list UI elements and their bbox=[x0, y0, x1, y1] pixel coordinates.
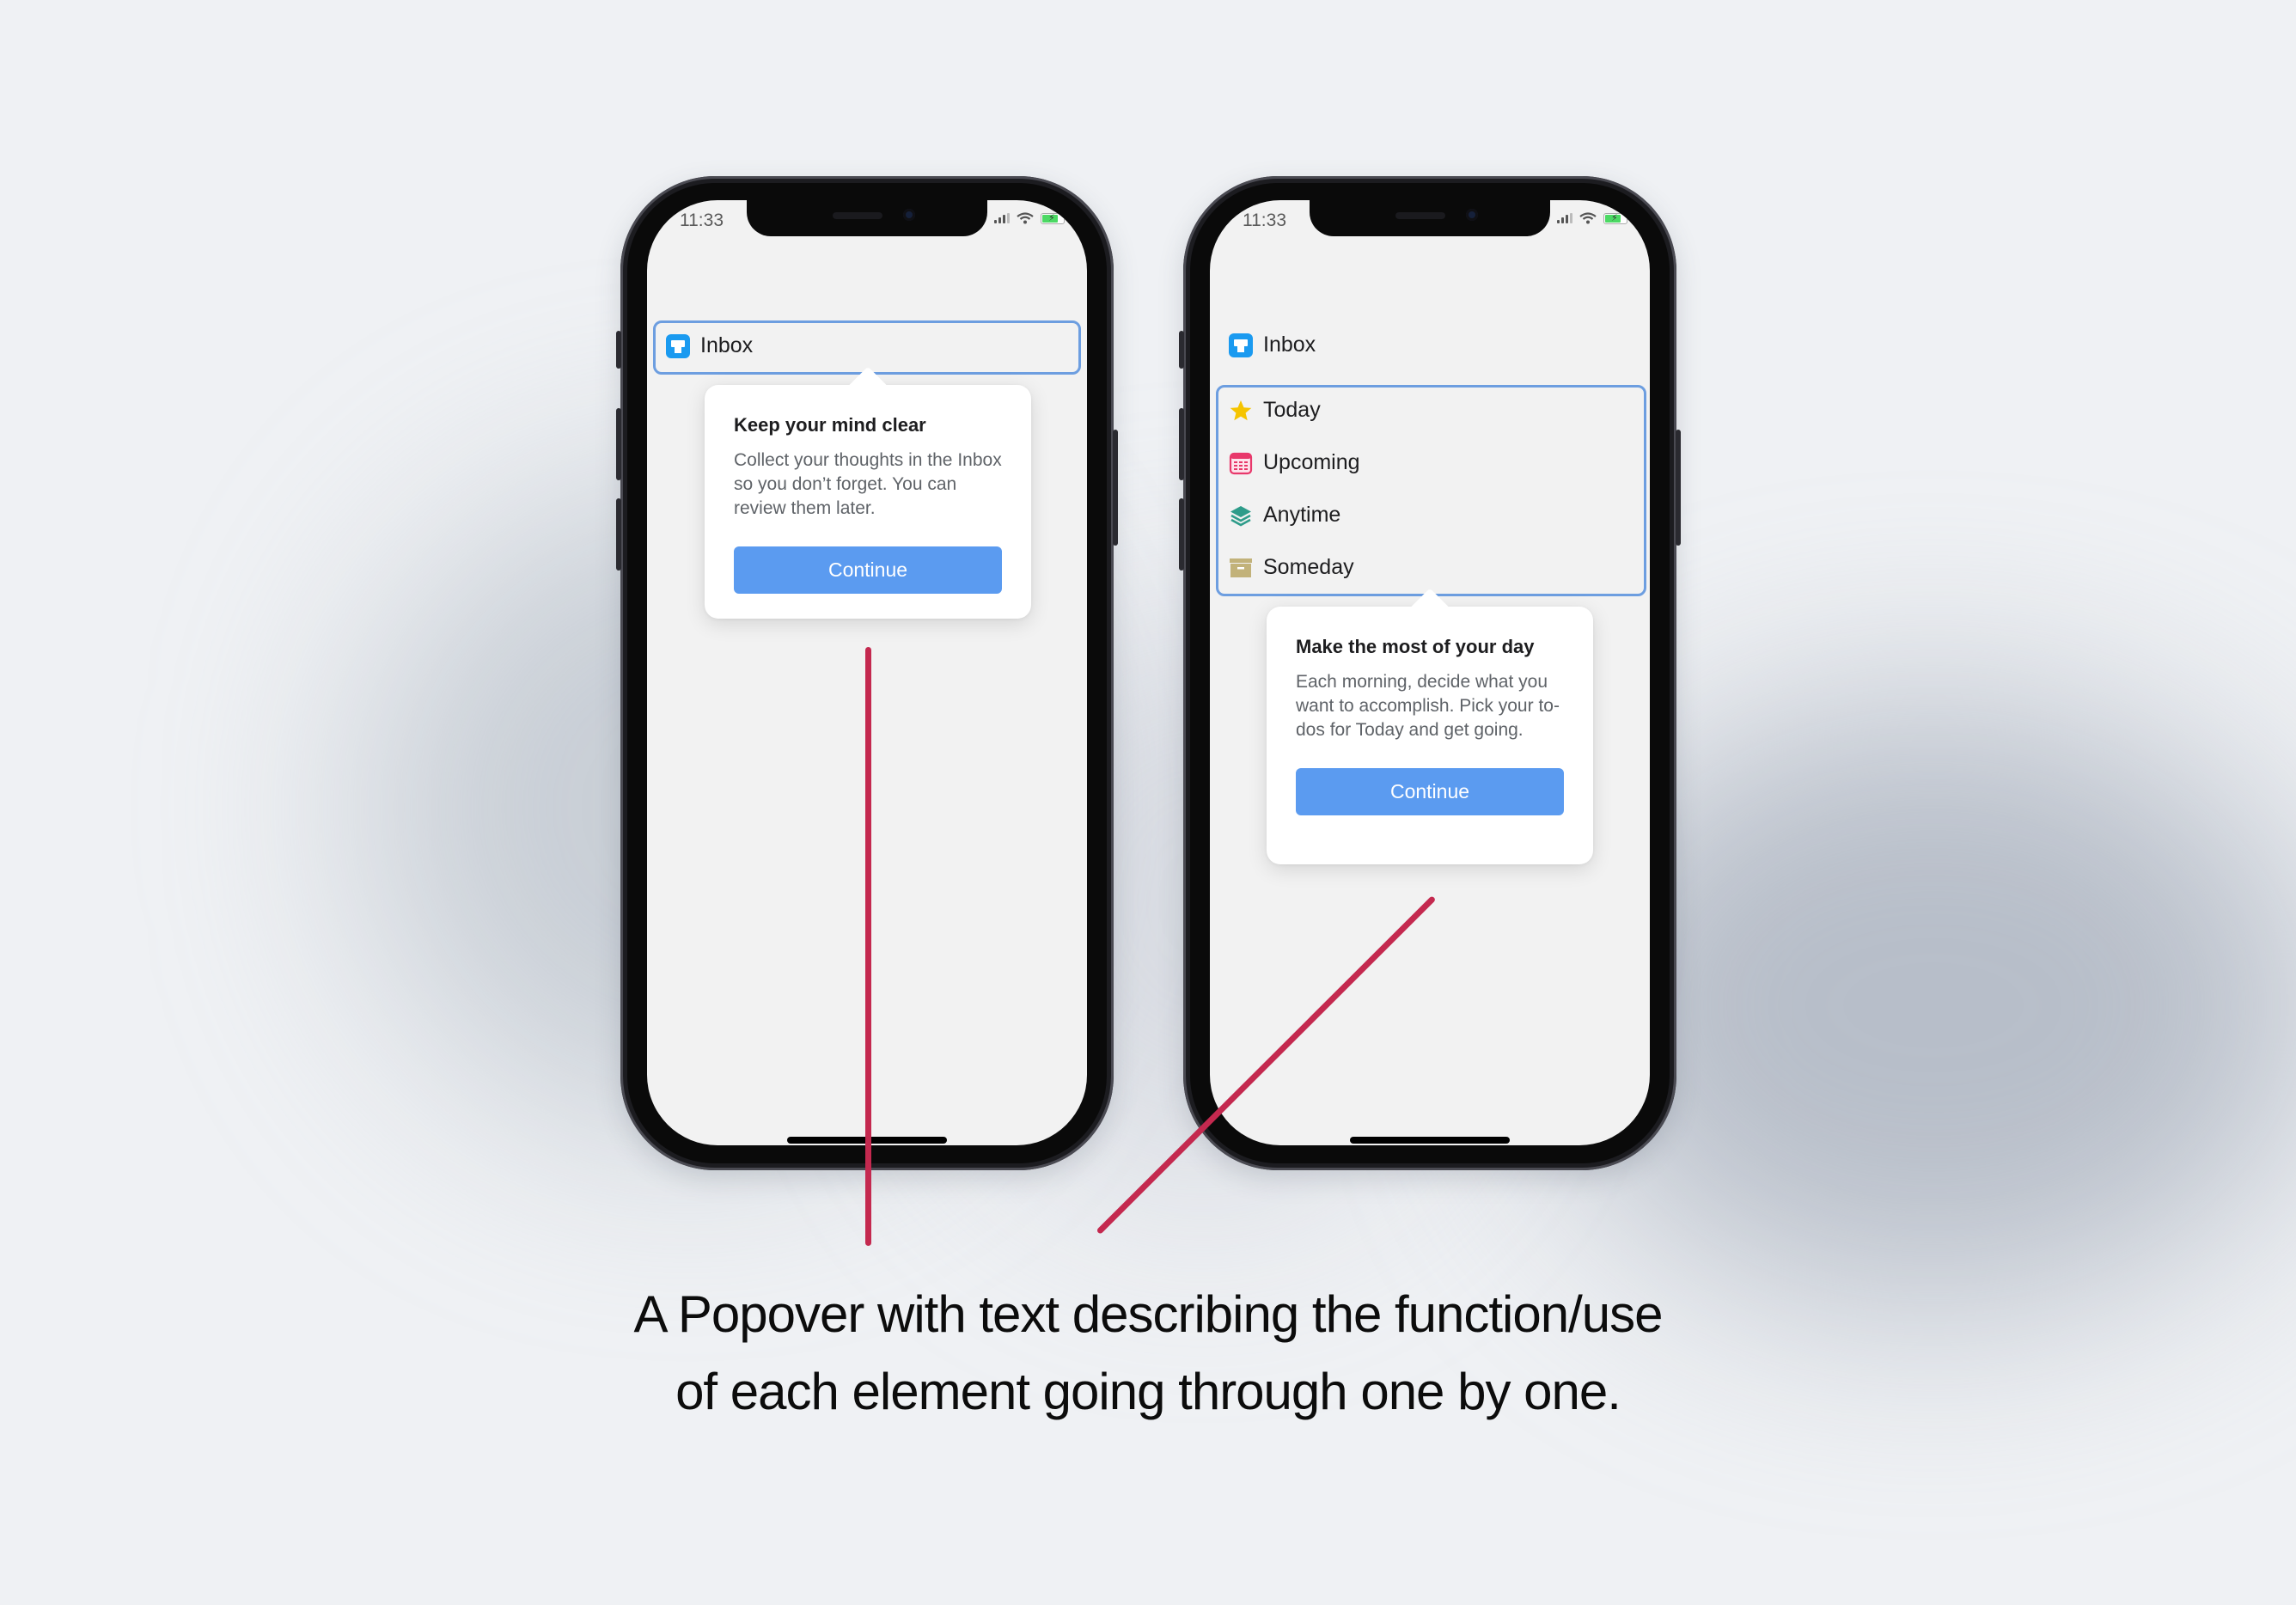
inbox-icon bbox=[1229, 333, 1253, 357]
cellular-signal-icon bbox=[994, 213, 1010, 223]
layers-icon bbox=[1230, 505, 1251, 526]
caption-line-1: A Popover with text describing the funct… bbox=[633, 1285, 1663, 1343]
phone-screen: 11:33 ⚡ Inbox Today Upcoming Anytime Som… bbox=[1210, 200, 1650, 1145]
notch bbox=[747, 200, 987, 236]
archive-box-icon bbox=[1230, 558, 1252, 577]
wifi-icon bbox=[1579, 212, 1597, 224]
status-icons: ⚡ bbox=[994, 212, 1065, 224]
popover-body: Collect your thoughts in the Inbox so yo… bbox=[734, 450, 1002, 518]
battery-charging-icon: ⚡ bbox=[1041, 212, 1065, 224]
camera bbox=[903, 209, 915, 221]
volume-up-button bbox=[616, 408, 621, 480]
nav-item-someday[interactable]: Someday bbox=[1229, 555, 1354, 580]
onboarding-popover: Make the most of your day Each morning, … bbox=[1267, 588, 1593, 864]
nav-item-upcoming[interactable]: Upcoming bbox=[1229, 450, 1360, 475]
popover-body: Each morning, decide what you want to ac… bbox=[1296, 672, 1560, 740]
status-time: 11:33 bbox=[1243, 211, 1286, 230]
nav-item-label: Today bbox=[1263, 398, 1321, 422]
nav-item-label: Someday bbox=[1263, 555, 1354, 579]
calendar-icon bbox=[1229, 452, 1253, 474]
continue-button[interactable]: Continue bbox=[734, 546, 1002, 594]
nav-item-today[interactable]: Today bbox=[1229, 398, 1321, 423]
wifi-icon bbox=[1017, 212, 1034, 224]
popover-title: Keep your mind clear bbox=[734, 414, 926, 436]
onboarding-popover: Keep your mind clear Collect your though… bbox=[705, 366, 1031, 619]
continue-button[interactable]: Continue bbox=[1296, 768, 1564, 815]
phone-mockup-lists-step: 11:33 ⚡ Inbox Today Upcoming Anytime Som… bbox=[1179, 176, 1681, 1170]
nav-item-inbox[interactable]: Inbox bbox=[666, 333, 753, 358]
silent-switch bbox=[1179, 331, 1184, 369]
volume-down-button bbox=[1179, 498, 1184, 571]
power-button bbox=[1676, 430, 1681, 546]
caption-line-2: of each element going through one by one… bbox=[675, 1363, 1621, 1420]
volume-up-button bbox=[1179, 408, 1184, 480]
star-icon bbox=[1230, 400, 1252, 420]
volume-down-button bbox=[616, 498, 621, 571]
popover-title: Make the most of your day bbox=[1296, 636, 1535, 657]
status-time: 11:33 bbox=[680, 211, 724, 230]
home-indicator[interactable] bbox=[1350, 1137, 1510, 1144]
cellular-signal-icon bbox=[1557, 213, 1572, 223]
status-icons: ⚡ bbox=[1557, 212, 1627, 224]
speaker bbox=[1395, 212, 1445, 219]
nav-item-inbox[interactable]: Inbox bbox=[1229, 333, 1316, 357]
notch bbox=[1310, 200, 1550, 236]
annotation-line bbox=[865, 647, 871, 1246]
speaker bbox=[833, 212, 882, 219]
nav-item-anytime[interactable]: Anytime bbox=[1229, 503, 1340, 528]
nav-item-label: Upcoming bbox=[1263, 450, 1360, 474]
nav-item-label: Anytime bbox=[1263, 503, 1341, 527]
battery-charging-icon: ⚡ bbox=[1603, 212, 1627, 224]
inbox-icon bbox=[666, 333, 690, 358]
power-button bbox=[1113, 430, 1118, 546]
camera bbox=[1466, 209, 1478, 221]
nav-item-label: Inbox bbox=[700, 333, 754, 357]
nav-item-label: Inbox bbox=[1263, 333, 1316, 357]
silent-switch bbox=[616, 331, 621, 369]
